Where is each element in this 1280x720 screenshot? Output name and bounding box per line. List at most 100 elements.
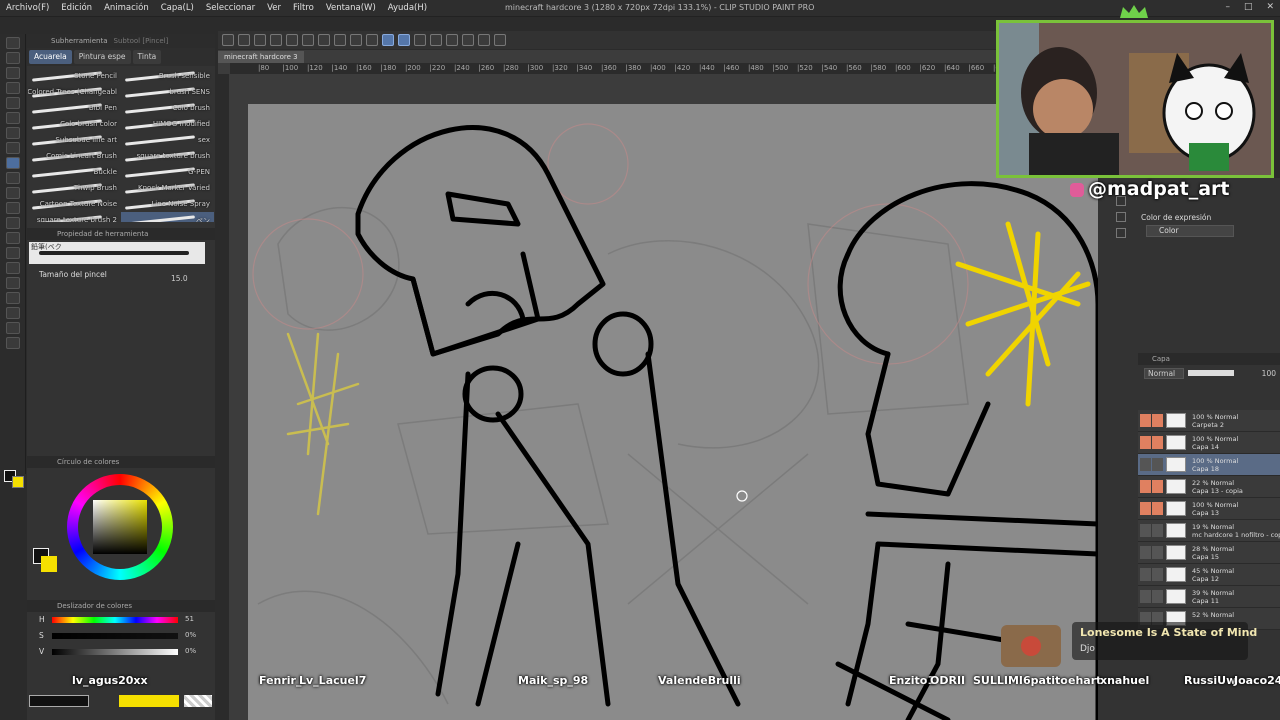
brush-item[interactable]: Colo brush	[121, 100, 214, 116]
brush-item[interactable]: Stone Pencil	[28, 68, 121, 84]
slider-s-value[interactable]: 0%	[185, 631, 196, 639]
eye-icon[interactable]	[1140, 568, 1151, 581]
value-bar[interactable]	[52, 649, 178, 655]
eyedropper-tool-icon[interactable]	[6, 112, 20, 124]
menu-animacion[interactable]: Animación	[98, 3, 155, 13]
drawing-canvas[interactable]	[248, 104, 1101, 720]
lasso-tool-icon[interactable]	[6, 97, 20, 109]
gradient-tool-icon[interactable]	[6, 247, 20, 259]
layer-lock-icon[interactable]	[1152, 590, 1163, 603]
eye-icon[interactable]	[1140, 480, 1151, 493]
redo-icon[interactable]	[286, 34, 298, 46]
new-file-icon[interactable]	[222, 34, 234, 46]
menu-capa[interactable]: Capa(L)	[155, 3, 200, 13]
brush-item[interactable]: Thwip Brush	[28, 180, 121, 196]
layer-row[interactable]: 28 % Normal Capa 15	[1138, 542, 1280, 564]
zoom-tool-icon[interactable]	[6, 37, 20, 49]
brush-item[interactable]: Knock Marker Varied	[121, 180, 214, 196]
hue-bar[interactable]	[52, 617, 178, 623]
slider-h[interactable]: H 51	[27, 612, 215, 628]
brush-item[interactable]: sex	[121, 132, 214, 148]
menu-filtro[interactable]: Filtro	[287, 3, 320, 13]
balloon-tool-icon[interactable]	[6, 322, 20, 334]
transform-icon[interactable]	[334, 34, 346, 46]
fullscreen-icon[interactable]	[494, 34, 506, 46]
undo-icon[interactable]	[270, 34, 282, 46]
layer-row[interactable]: 100 % Normal Capa 13	[1138, 498, 1280, 520]
text-tool-icon[interactable]	[6, 307, 20, 319]
fit-icon[interactable]	[478, 34, 490, 46]
opacity-slider[interactable]	[1188, 370, 1234, 376]
layer-lock-icon[interactable]	[1152, 458, 1163, 471]
ruler-tool-icon[interactable]	[6, 292, 20, 304]
tab-tinta[interactable]: Tinta	[132, 50, 162, 64]
fill-tool-icon[interactable]	[6, 232, 20, 244]
saturation-bar[interactable]	[52, 633, 178, 639]
sub-color-chip[interactable]	[41, 556, 57, 572]
subtool-tab[interactable]: Subherramienta	[31, 37, 108, 45]
layer-row[interactable]: 39 % Normal Capa 11	[1138, 586, 1280, 608]
menu-seleccionar[interactable]: Seleccionar	[200, 3, 261, 13]
slider-v[interactable]: V 0%	[27, 644, 215, 660]
history-yellow-swatch[interactable]	[119, 695, 179, 707]
layer-lock-icon[interactable]	[1152, 414, 1163, 427]
tab-pintura[interactable]: Pintura espe	[73, 50, 131, 64]
brush-item[interactable]: Colo brush color	[28, 116, 121, 132]
panel-toggle-icon-2[interactable]	[1116, 212, 1126, 222]
eye-icon[interactable]	[1140, 590, 1151, 603]
slider-v-value[interactable]: 0%	[185, 647, 196, 655]
blend-mode-select[interactable]: Normal	[1144, 367, 1184, 379]
decoration-tool-icon[interactable]	[6, 187, 20, 199]
snap-grid-icon[interactable]	[398, 34, 410, 46]
open-file-icon[interactable]	[238, 34, 250, 46]
save-icon[interactable]	[254, 34, 266, 46]
brush-item[interactable]: square texture brush 2	[28, 212, 121, 222]
menu-archivo[interactable]: Archivo(F)	[0, 3, 55, 13]
history-black-swatch[interactable]	[29, 695, 89, 707]
expression-color-select[interactable]: Color	[1146, 225, 1234, 237]
brush-item[interactable]: Brush sensible	[121, 68, 214, 84]
sub-color-swatch[interactable]	[12, 476, 24, 488]
menu-edicion[interactable]: Edición	[55, 3, 98, 13]
color-wheel[interactable]	[67, 474, 173, 580]
menu-ayuda[interactable]: Ayuda(H)	[382, 3, 433, 13]
minimize-icon[interactable]: –	[1225, 2, 1230, 12]
brush-item[interactable]: Line Noise Spray	[121, 196, 214, 212]
eye-icon[interactable]	[1140, 458, 1151, 471]
layer-row[interactable]: 100 % Normal Carpeta 2	[1138, 410, 1280, 432]
layer-lock-icon[interactable]	[1152, 436, 1163, 449]
eraser-tool-icon[interactable]	[6, 202, 20, 214]
brush-item[interactable]: brush SENS	[121, 84, 214, 100]
subtool-tab-2[interactable]: Subtool [Pincel]	[114, 37, 169, 45]
saturation-value-square[interactable]	[93, 500, 147, 554]
brush-item[interactable]: Colored Trees (Changeabl	[28, 84, 121, 100]
menu-ventana[interactable]: Ventana(W)	[320, 3, 382, 13]
layer-row[interactable]: 19 % Normal mc hardcore 1 nofiltro - copi…	[1138, 520, 1280, 542]
snap-ruler-icon[interactable]	[382, 34, 394, 46]
flip-icon[interactable]	[446, 34, 458, 46]
layer-lock-icon[interactable]	[1152, 524, 1163, 537]
move-tool-icon[interactable]	[6, 67, 20, 79]
eye-icon[interactable]	[1140, 524, 1151, 537]
eye-icon[interactable]	[1140, 546, 1151, 559]
selection-tool-icon[interactable]	[6, 82, 20, 94]
brush-tool-icon[interactable]	[6, 157, 20, 169]
brush-item[interactable]: HIMOG modified	[121, 116, 214, 132]
eye-icon[interactable]	[1140, 414, 1151, 427]
figure-tool-icon[interactable]	[6, 262, 20, 274]
brush-item[interactable]: Buckle	[28, 164, 121, 180]
brush-item[interactable]: G-PEN	[121, 164, 214, 180]
slider-h-value[interactable]: 51	[185, 615, 194, 623]
close-icon[interactable]: ✕	[1266, 2, 1274, 12]
pen-pressure-icon[interactable]	[414, 34, 426, 46]
brush-item[interactable]: ペン	[121, 212, 214, 222]
eye-icon[interactable]	[1140, 436, 1151, 449]
layer-lock-icon[interactable]	[1152, 480, 1163, 493]
pencil-tool-icon[interactable]	[6, 142, 20, 154]
layer-lock-icon[interactable]	[1152, 502, 1163, 515]
maximize-icon[interactable]: □	[1244, 2, 1253, 12]
brush-item[interactable]: Cartoon Texture Noise	[28, 196, 121, 212]
brush-size-value[interactable]: 15.0	[171, 274, 188, 283]
airbrush-tool-icon[interactable]	[6, 172, 20, 184]
hand-tool-icon[interactable]	[6, 52, 20, 64]
